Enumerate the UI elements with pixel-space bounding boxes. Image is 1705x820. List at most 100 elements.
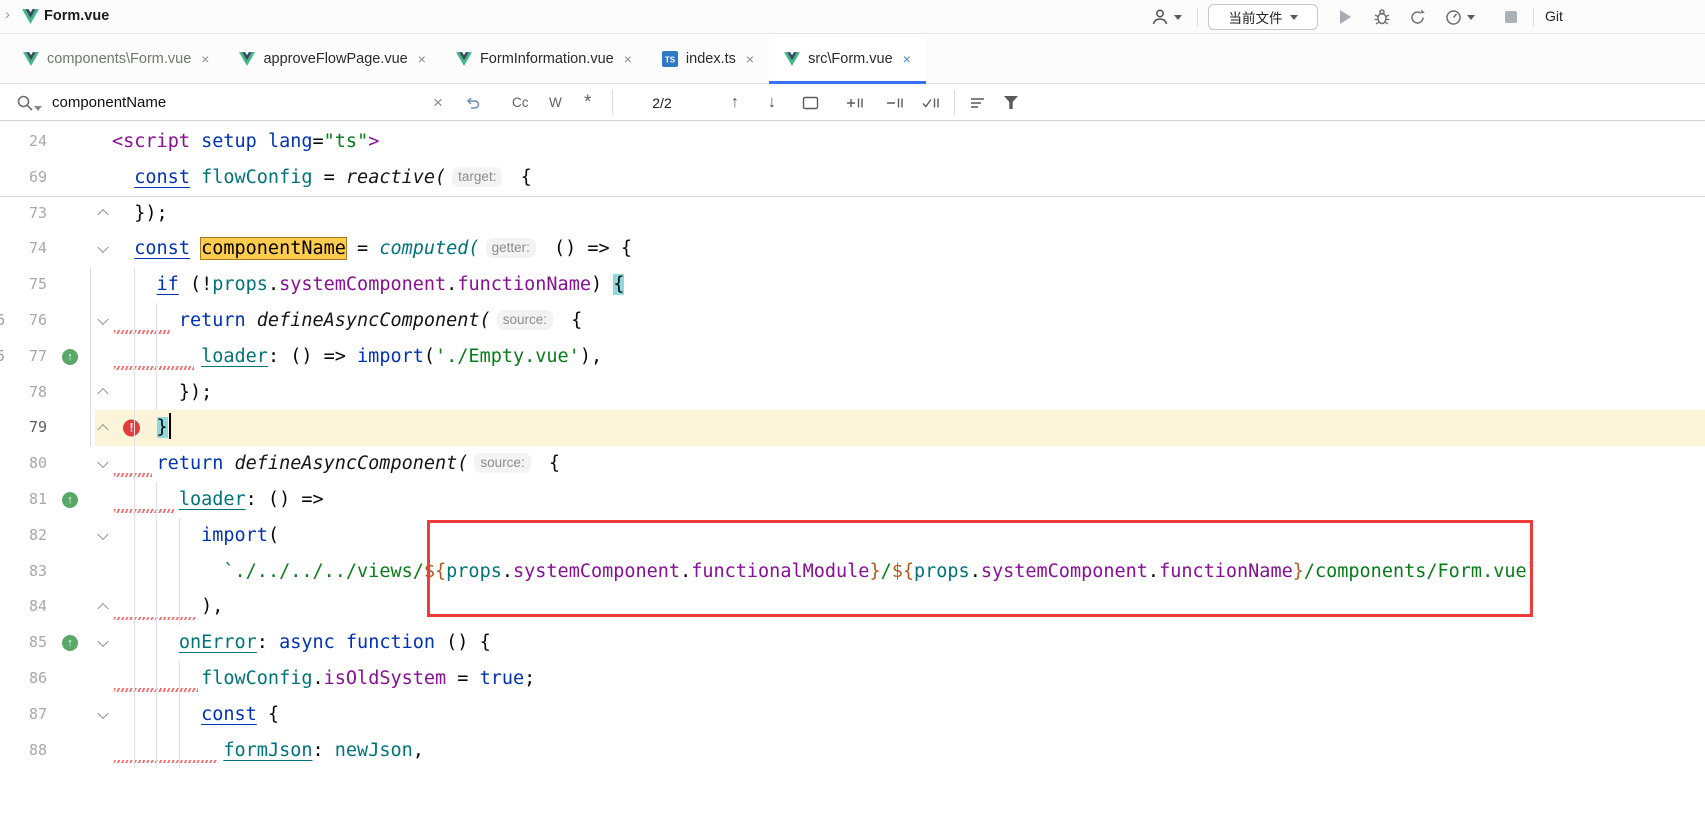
gutter[interactable]: 86 bbox=[0, 661, 112, 697]
newline-icon[interactable] bbox=[463, 84, 481, 121]
line-number[interactable]: 83 bbox=[0, 554, 47, 590]
user-accounts-button[interactable] bbox=[1150, 0, 1182, 34]
code-text[interactable]: import( bbox=[112, 518, 1705, 554]
code-line-74[interactable]: 74 const componentName = computed(getter:… bbox=[0, 231, 1705, 267]
select-all-matches-button[interactable] bbox=[922, 84, 940, 121]
gutter[interactable]: 73 bbox=[0, 196, 112, 232]
next-match-button[interactable]: ↓ bbox=[768, 84, 776, 121]
line-number[interactable]: 86 bbox=[0, 661, 47, 697]
search-input[interactable]: componentName bbox=[52, 84, 166, 121]
code-line-84[interactable]: 84), bbox=[0, 589, 1705, 625]
debug-button[interactable] bbox=[1372, 0, 1392, 34]
code-editor[interactable]: 24 <script setup lang="ts"> 69 const flowCo… bbox=[0, 121, 1705, 820]
gutter[interactable]: 74 bbox=[0, 231, 112, 267]
code-line-87[interactable]: 87 const { bbox=[0, 697, 1705, 733]
gutter-arrow-up-icon[interactable]: ↑ bbox=[62, 635, 78, 651]
filter-lines-button[interactable] bbox=[970, 84, 986, 121]
line-number[interactable]: 88 bbox=[0, 733, 47, 769]
fold-down-icon[interactable] bbox=[97, 314, 108, 325]
fold-down-icon[interactable] bbox=[97, 528, 108, 539]
line-number[interactable]: 76 bbox=[0, 303, 47, 339]
gutter[interactable]: 88 bbox=[0, 733, 112, 769]
gutter[interactable]: 79 bbox=[0, 410, 112, 446]
code-text[interactable]: `./../../../views/${props.systemComponen… bbox=[112, 554, 1705, 590]
add-selection-button[interactable] bbox=[846, 84, 864, 121]
fold-down-icon[interactable] bbox=[97, 636, 108, 647]
line-number[interactable]: 81 bbox=[0, 482, 47, 518]
code-line-77[interactable]: 577↑loader: () => import('./Empty.vue'), bbox=[0, 339, 1705, 375]
line-number[interactable]: 24 bbox=[0, 124, 47, 160]
gutter-arrow-up-icon[interactable]: ↑ bbox=[62, 349, 78, 365]
code-line-75[interactable]: 75if (!props.systemComponent.functionNam… bbox=[0, 267, 1705, 303]
stop-button[interactable] bbox=[1505, 0, 1517, 34]
git-widget[interactable]: Git bbox=[1545, 8, 1563, 24]
gutter[interactable]: 85 ↑ bbox=[0, 625, 112, 661]
line-number[interactable]: 75 bbox=[0, 267, 47, 303]
line-number[interactable]: 85 bbox=[0, 625, 47, 661]
gutter[interactable]: 75 bbox=[0, 267, 112, 303]
gutter[interactable]: 83 bbox=[0, 554, 112, 590]
line-number[interactable]: 78 bbox=[0, 375, 47, 411]
code-text[interactable]: formJson: newJson, bbox=[112, 733, 1705, 769]
fold-up-icon[interactable] bbox=[97, 603, 108, 614]
code-text[interactable]: onError: async function () { bbox=[112, 625, 1705, 661]
gutter[interactable]: 81 ↑ bbox=[0, 482, 112, 518]
line-number[interactable]: 73 bbox=[0, 196, 47, 232]
whole-words-toggle[interactable]: W bbox=[549, 84, 562, 121]
close-icon[interactable]: × bbox=[418, 51, 426, 67]
code-text[interactable]: !} bbox=[112, 410, 1705, 446]
gutter[interactable]: 24 bbox=[0, 124, 112, 160]
code-text[interactable]: }); bbox=[112, 375, 1705, 411]
run-configuration-button[interactable]: 当前文件 bbox=[1208, 4, 1318, 30]
previous-match-button[interactable]: ↑ bbox=[731, 84, 739, 121]
code-line-80[interactable]: 80return defineAsyncComponent(source: { bbox=[0, 446, 1705, 482]
code-text[interactable]: const flowConfig = reactive(target: { bbox=[112, 160, 1705, 196]
code-text[interactable]: ), bbox=[112, 589, 1705, 625]
line-number[interactable]: 79 bbox=[0, 410, 47, 446]
code-text[interactable]: const { bbox=[112, 697, 1705, 733]
fold-up-icon[interactable] bbox=[97, 388, 108, 399]
search-options-chevron-icon[interactable] bbox=[34, 106, 42, 111]
rerun-button[interactable] bbox=[1408, 0, 1427, 34]
code-text[interactable]: <script setup lang="ts"> bbox=[112, 124, 1705, 160]
run-button[interactable] bbox=[1340, 0, 1351, 34]
code-line-69[interactable]: 69 const flowConfig = reactive(target: { bbox=[0, 160, 1705, 196]
tab-src-form.vue[interactable]: src\Form.vue× bbox=[769, 34, 926, 83]
code-line-79[interactable]: 79!} bbox=[0, 410, 1705, 446]
code-text[interactable]: loader: () => bbox=[112, 482, 1705, 518]
regex-toggle[interactable]: * bbox=[584, 84, 591, 121]
line-number[interactable]: 84 bbox=[0, 589, 47, 625]
search-icon[interactable] bbox=[16, 84, 34, 121]
tab-index.ts[interactable]: TSindex.ts× bbox=[647, 34, 769, 83]
code-line-78[interactable]: 78}); bbox=[0, 375, 1705, 411]
gutter-arrow-up-icon[interactable]: ↑ bbox=[62, 492, 78, 508]
line-number[interactable]: 69 bbox=[0, 160, 47, 196]
line-number[interactable]: 74 bbox=[0, 231, 47, 267]
code-line-76[interactable]: 676return defineAsyncComponent(source: { bbox=[0, 303, 1705, 339]
select-all-occurrences-button[interactable] bbox=[802, 84, 819, 121]
clear-search-icon[interactable]: × bbox=[433, 84, 443, 121]
code-line-83[interactable]: 83 `./../../../views/${props.systemCompon… bbox=[0, 554, 1705, 590]
match-case-toggle[interactable]: Cc bbox=[512, 84, 529, 121]
profiler-button[interactable] bbox=[1444, 0, 1475, 34]
remove-selection-button[interactable] bbox=[886, 84, 904, 121]
filter-button[interactable] bbox=[1004, 84, 1018, 121]
code-line-82[interactable]: 82 import( bbox=[0, 518, 1705, 554]
line-number[interactable]: 82 bbox=[0, 518, 47, 554]
gutter[interactable]: 577↑ bbox=[0, 339, 112, 375]
code-text[interactable]: }); bbox=[112, 196, 1705, 232]
tab-approveflowpage.vue[interactable]: approveFlowPage.vue× bbox=[224, 34, 440, 83]
line-number[interactable]: 87 bbox=[0, 697, 47, 733]
close-icon[interactable]: × bbox=[201, 51, 209, 67]
line-number[interactable]: 80 bbox=[0, 446, 47, 482]
error-icon[interactable]: ! bbox=[123, 420, 140, 437]
close-icon[interactable]: × bbox=[903, 51, 911, 67]
gutter[interactable]: 84 bbox=[0, 589, 112, 625]
gutter[interactable]: 69 bbox=[0, 160, 112, 196]
fold-up-icon[interactable] bbox=[97, 424, 108, 435]
code-text[interactable]: const componentName = computed(getter: (… bbox=[112, 231, 1705, 267]
code-text[interactable]: return defineAsyncComponent(source: { bbox=[112, 303, 1705, 339]
code-line-73[interactable]: 73}); bbox=[0, 196, 1705, 232]
tab-forminformation.vue[interactable]: FormInformation.vue× bbox=[441, 34, 647, 83]
code-text[interactable]: flowConfig.isOldSystem = true; bbox=[112, 661, 1705, 697]
